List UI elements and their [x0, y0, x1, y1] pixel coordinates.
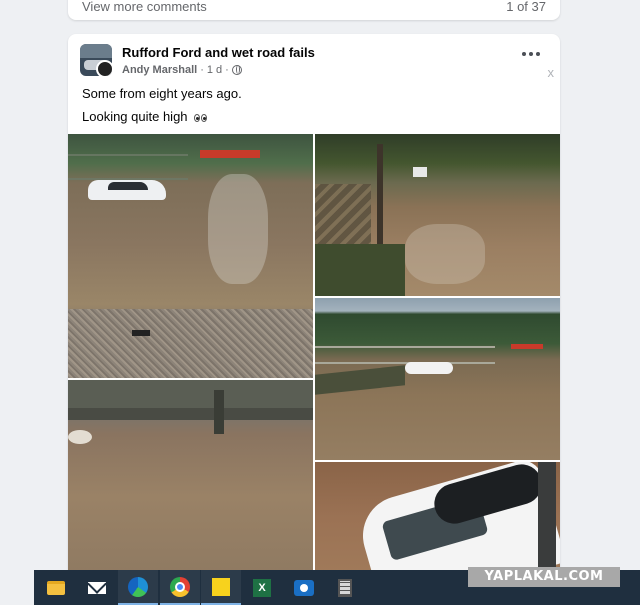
flooded-car-photo-5[interactable] — [315, 462, 560, 574]
group-name-link[interactable]: Rufford Ford and wet road fails — [122, 45, 315, 60]
flooded-road-photo-2[interactable] — [315, 134, 560, 296]
camera-icon[interactable] — [284, 570, 324, 605]
more-options-icon[interactable] — [522, 48, 540, 60]
flooded-ford-photo-4[interactable] — [68, 380, 313, 574]
post-card: Rufford Ford and wet road fails Andy Mar… — [68, 34, 560, 574]
meta-separator-2: · — [225, 64, 229, 76]
taskbar-left-gap — [0, 570, 34, 605]
mail-icon[interactable] — [77, 570, 117, 605]
globe-icon — [231, 65, 242, 75]
view-more-comments-link[interactable]: View more comments — [82, 0, 207, 14]
excel-icon[interactable]: X — [242, 570, 282, 605]
post-time[interactable]: 1 d — [207, 64, 222, 76]
calculator-icon[interactable] — [325, 570, 365, 605]
post-text-line-1: Some from eight years ago. — [82, 86, 242, 101]
post-meta: Andy Marshall · 1 d · — [122, 64, 242, 76]
flooded-ford-photo-1[interactable] — [68, 134, 313, 378]
meta-separator: · — [200, 64, 204, 76]
eyes-emoji-icon — [194, 113, 208, 122]
post-text-line-2: Looking quite high — [82, 109, 208, 124]
watermark: YAPLAKAL.COM — [468, 567, 620, 587]
close-icon[interactable]: x — [548, 65, 555, 80]
chrome-browser-icon[interactable] — [160, 570, 200, 605]
edge-browser-icon[interactable] — [118, 570, 158, 605]
post-text-line-2-text: Looking quite high — [82, 109, 188, 124]
sticky-notes-icon[interactable] — [201, 570, 241, 605]
flooded-road-photo-3[interactable] — [315, 298, 560, 460]
file-explorer-icon[interactable] — [36, 570, 76, 605]
previous-post-footer: View more comments 1 of 37 — [68, 0, 560, 20]
comments-count: 1 of 37 — [506, 0, 546, 14]
author-name-link[interactable]: Andy Marshall — [122, 64, 197, 76]
group-avatar[interactable] — [80, 44, 112, 76]
